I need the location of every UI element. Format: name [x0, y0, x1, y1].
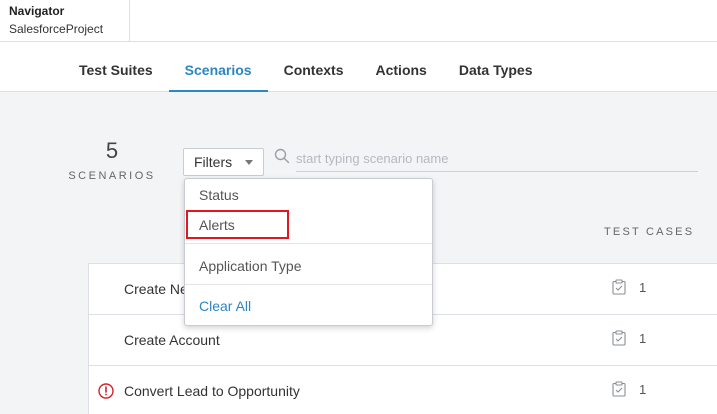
navigator-panel[interactable]: Navigator SalesforceProject: [0, 0, 130, 42]
tab-scenarios[interactable]: Scenarios: [168, 50, 268, 92]
scenario-count-label: SCENARIOS: [68, 170, 156, 182]
test-case-count: 1: [639, 382, 647, 397]
filter-option-alerts[interactable]: Alerts: [199, 217, 235, 233]
scenario-row[interactable]: Convert Lead to Opportunity 1: [89, 366, 717, 414]
test-case-count: 1: [639, 331, 647, 346]
filter-option-application-type[interactable]: Application Type: [199, 258, 301, 274]
tab-test-suites[interactable]: Test Suites: [63, 50, 169, 92]
clipboard-check-icon: [612, 279, 626, 295]
navigator-title: Navigator: [9, 4, 65, 18]
scenario-search-input[interactable]: [296, 146, 698, 172]
clipboard-check-icon: [612, 381, 626, 397]
top-bar: Navigator SalesforceProject Test Suites …: [0, 0, 717, 92]
scenario-name: Convert Lead to Opportunity: [124, 383, 300, 399]
scenario-count-number: 5: [105, 138, 119, 163]
header-divider: [130, 41, 717, 42]
filters-button-label: Filters: [194, 154, 233, 170]
tab-data-types[interactable]: Data Types: [443, 50, 549, 92]
filters-dropdown-menu: Status Alerts Application Type Clear All: [184, 178, 433, 326]
alert-circle-icon: [98, 383, 114, 399]
clipboard-check-icon: [612, 330, 626, 346]
filters-button[interactable]: Filters: [183, 148, 264, 176]
tab-contexts[interactable]: Contexts: [268, 50, 360, 92]
caret-down-icon: [245, 160, 253, 165]
scenario-name: Create Account: [124, 332, 220, 348]
menu-divider: [185, 243, 432, 244]
scenario-count: 5 SCENARIOS: [62, 138, 162, 182]
search-icon: [274, 148, 290, 164]
menu-divider: [185, 284, 432, 285]
project-name: SalesforceProject: [9, 22, 104, 36]
filter-option-status[interactable]: Status: [199, 187, 239, 203]
tab-actions[interactable]: Actions: [360, 50, 443, 92]
main-tabs: Test Suites Scenarios Contexts Actions D…: [63, 50, 549, 92]
clear-all-filters-link[interactable]: Clear All: [199, 298, 251, 314]
test-case-count: 1: [639, 280, 647, 295]
test-cases-column-header: TEST CASES: [604, 226, 695, 238]
